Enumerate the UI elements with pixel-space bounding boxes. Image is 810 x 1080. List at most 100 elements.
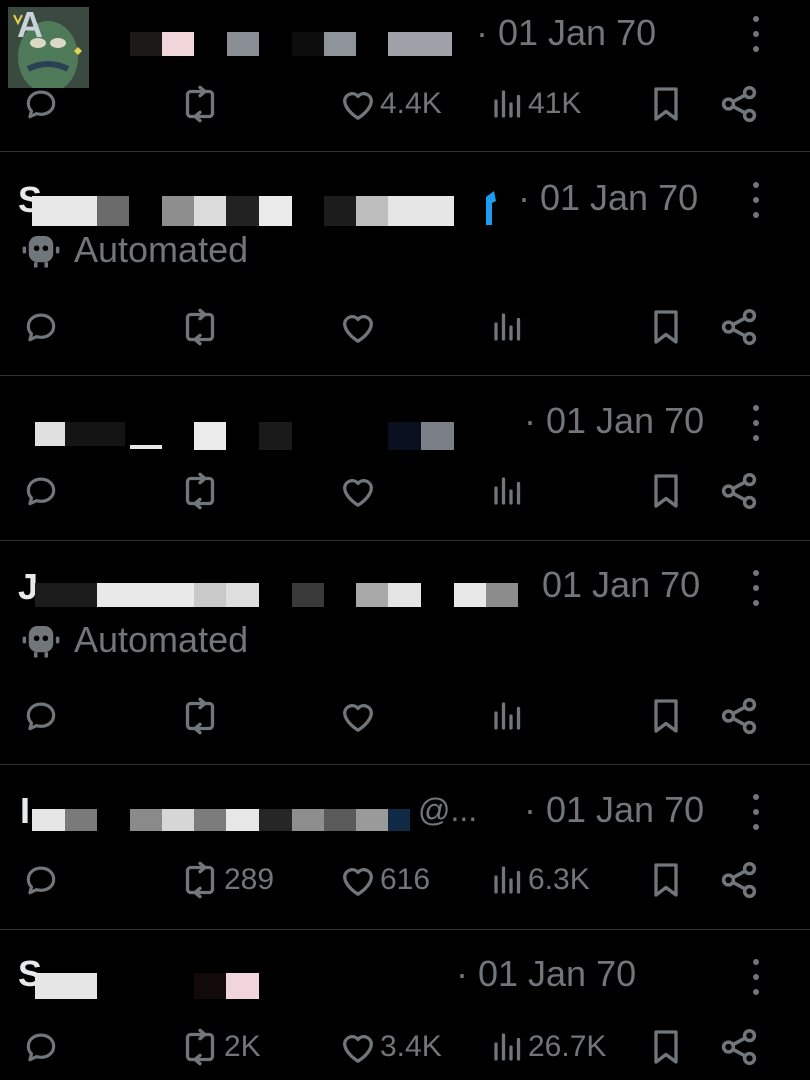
- redacted-block: [226, 973, 259, 999]
- like-button[interactable]: [338, 469, 380, 513]
- like-button[interactable]: [338, 305, 380, 349]
- reply-button[interactable]: [22, 1025, 62, 1069]
- views-button[interactable]: 6.3K: [490, 858, 590, 902]
- bookmark-button[interactable]: [646, 82, 686, 126]
- tweet-date[interactable]: · 01 Jan 70: [518, 177, 698, 219]
- retweet-icon: [178, 84, 222, 124]
- redacted-block: [35, 583, 97, 607]
- bookmark-button[interactable]: [646, 1025, 686, 1069]
- redacted-block: [259, 196, 292, 226]
- redacted-block: [97, 196, 129, 226]
- retweet-button[interactable]: 289: [178, 858, 274, 902]
- bookmark-icon: [646, 695, 686, 737]
- more-icon[interactable]: [750, 794, 762, 830]
- more-icon[interactable]: [750, 16, 762, 52]
- redacted-block: [97, 583, 194, 607]
- redacted-block: [421, 422, 454, 450]
- retweet-icon: [178, 307, 222, 347]
- like-button[interactable]: 616: [338, 858, 430, 902]
- redacted-block: [259, 422, 292, 450]
- like-icon: [338, 84, 378, 124]
- tweet-date[interactable]: · 01 Jan 70: [524, 400, 704, 442]
- redacted-block: [356, 809, 388, 831]
- views-icon: [490, 472, 526, 510]
- views-button[interactable]: 26.7K: [490, 1025, 606, 1069]
- like-button[interactable]: 3.4K: [338, 1025, 442, 1069]
- redacted-block: [356, 196, 388, 226]
- reply-button[interactable]: [22, 305, 62, 349]
- tweet-item[interactable]: J 01 Jan 70 Automated: [0, 540, 810, 765]
- reply-icon: [22, 861, 60, 899]
- more-icon[interactable]: [750, 959, 762, 995]
- author-handle[interactable]: @...: [418, 792, 477, 829]
- redacted-block: [486, 583, 518, 607]
- bookmark-button[interactable]: [646, 469, 686, 513]
- tweet-item[interactable]: · 01 Jan 70: [0, 375, 810, 541]
- redacted-block: [388, 32, 452, 56]
- reply-button[interactable]: [22, 82, 62, 126]
- reply-icon: [22, 85, 60, 123]
- like-button[interactable]: 4.4K: [338, 82, 442, 126]
- redacted-block: [356, 583, 388, 607]
- tweet-date[interactable]: · 01 Jan 70: [476, 12, 656, 54]
- redacted-block: [388, 809, 410, 831]
- views-button[interactable]: 41K: [490, 82, 581, 126]
- views-button[interactable]: [490, 305, 528, 349]
- share-button[interactable]: [718, 858, 760, 902]
- share-icon: [718, 306, 760, 348]
- share-button[interactable]: [718, 469, 760, 513]
- automated-label: Automated: [20, 228, 248, 272]
- redacted-block: [194, 196, 226, 226]
- bookmark-icon: [646, 470, 686, 512]
- reply-icon: [22, 1028, 60, 1066]
- bookmark-button[interactable]: [646, 305, 686, 349]
- robot-icon: [20, 619, 62, 661]
- author-name-initial[interactable]: I: [20, 790, 30, 832]
- reply-button[interactable]: [22, 469, 62, 513]
- retweet-button[interactable]: [178, 694, 224, 738]
- tweet-date[interactable]: 01 Jan 70: [542, 564, 700, 606]
- more-icon[interactable]: [750, 405, 762, 441]
- tweet-item[interactable]: S · 01 Jan 70 Automated: [0, 151, 810, 376]
- retweet-button[interactable]: 2K: [178, 1025, 261, 1069]
- like-button[interactable]: [338, 694, 380, 738]
- retweet-icon: [178, 696, 222, 736]
- retweet-button[interactable]: [178, 469, 224, 513]
- more-icon[interactable]: [750, 570, 762, 606]
- redacted-block: [162, 809, 194, 831]
- tweet-item[interactable]: I @... · 01 Jan 70 289 616 6.3K: [0, 764, 810, 930]
- redacted-block: [35, 973, 97, 999]
- like-icon: [338, 696, 378, 736]
- views-icon: [490, 85, 526, 123]
- author-name-initial[interactable]: A: [17, 4, 43, 46]
- share-button[interactable]: [718, 305, 760, 349]
- redacted-block: [324, 196, 356, 226]
- tweet-item[interactable]: S · 01 Jan 70 2K 3.4K 26.7K: [0, 929, 810, 1080]
- tweet-date[interactable]: · 01 Jan 70: [524, 789, 704, 831]
- share-icon: [718, 470, 760, 512]
- bookmark-button[interactable]: [646, 858, 686, 902]
- tweet-item[interactable]: A · 01 Jan 70 4.4K 41K: [0, 0, 810, 152]
- reply-button[interactable]: [22, 694, 62, 738]
- redacted-block: [194, 973, 226, 999]
- retweet-button[interactable]: [178, 82, 224, 126]
- automated-label: Automated: [20, 618, 248, 662]
- redacted-block: [388, 422, 421, 450]
- share-button[interactable]: [718, 694, 760, 738]
- views-button[interactable]: [490, 469, 528, 513]
- redacted-block: [292, 809, 324, 831]
- views-button[interactable]: [490, 694, 528, 738]
- redacted-block: [130, 445, 162, 449]
- more-icon[interactable]: [750, 182, 762, 218]
- redacted-block: [65, 422, 125, 446]
- retweet-button[interactable]: [178, 305, 224, 349]
- share-button[interactable]: [718, 82, 760, 126]
- share-button[interactable]: [718, 1025, 760, 1069]
- robot-icon: [20, 229, 62, 271]
- reply-button[interactable]: [22, 858, 62, 902]
- tweet-date[interactable]: · 01 Jan 70: [456, 953, 636, 995]
- redacted-block: [388, 196, 454, 226]
- bookmark-button[interactable]: [646, 694, 686, 738]
- retweet-icon: [178, 471, 222, 511]
- redacted-block: [130, 809, 162, 831]
